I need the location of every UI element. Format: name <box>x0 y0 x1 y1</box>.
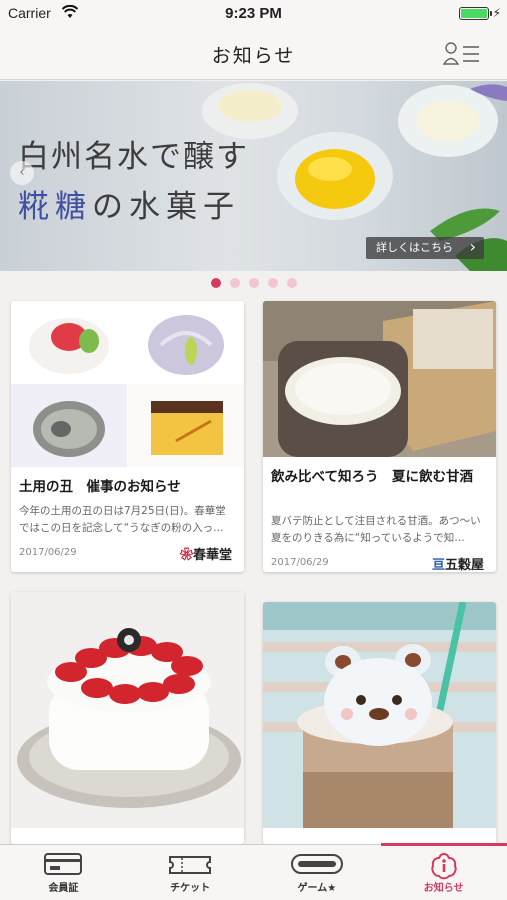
carousel-dot[interactable] <box>286 278 297 288</box>
news-card[interactable] <box>11 592 244 844</box>
tab-label: 会員証 <box>48 883 79 894</box>
carousel-dot[interactable] <box>210 278 221 288</box>
card-description: 今年の土用の丑の日は7月25日(日)。春華堂ではこの日を記念して“うなぎの粉の入… <box>19 505 226 534</box>
game-icon <box>290 854 343 874</box>
carousel-dot[interactable] <box>267 278 278 288</box>
amazake-image <box>263 301 496 457</box>
carousel-page-indicator <box>0 278 507 290</box>
banner-subheadline-rest: の水菓子 <box>92 189 240 225</box>
brand-logo-mark: 亘 <box>431 558 445 572</box>
card-description: 夏バテ防止として注目される甘酒。あつ〜い夏をのりきる為に“知っているようで知… <box>271 515 481 544</box>
bear-latte-image <box>263 602 496 844</box>
tab-label: お知らせ <box>423 883 464 894</box>
banner-accent-text: 糀糖 <box>18 189 92 225</box>
tab-member-card[interactable]: 会員証 <box>0 845 127 900</box>
promo-banner[interactable]: 白州名水で醸す 糀糖の水菓子 ‹ 詳しくはこちら <box>0 81 507 271</box>
status-bar: Carrier 9:23 PM ⚡ <box>0 0 507 28</box>
member-card-icon <box>44 853 83 875</box>
banner-prev-arrow-icon[interactable]: ‹ <box>10 161 34 185</box>
banner-headline: 白州名水で醸す <box>18 139 249 175</box>
tab-bar: 会員証 チケット ゲーム★ お知らせ <box>0 843 507 900</box>
clock: 9:23 PM <box>225 5 282 22</box>
tab-label: チケット <box>170 883 211 894</box>
brand-logo-mark: ❀ <box>179 548 193 563</box>
tab-label: ゲーム★ <box>297 883 337 894</box>
card-title: 飲み比べて知ろう 夏に飲む甘酒 <box>271 469 473 485</box>
banner-more-button[interactable]: 詳しくはこちら <box>366 237 484 259</box>
ticket-icon <box>169 856 212 874</box>
wagashi-image <box>11 301 244 467</box>
battery-fill <box>461 9 487 18</box>
carousel-dot[interactable] <box>248 278 259 288</box>
news-card[interactable]: 飲み比べて知ろう 夏に飲む甘酒 夏バテ防止として注目される甘酒。あつ〜い夏をのり… <box>263 301 496 572</box>
charging-icon: ⚡ <box>492 6 501 20</box>
news-card[interactable] <box>263 602 496 844</box>
brand-logo-text: 五穀屋 <box>444 558 484 572</box>
brand-logo: 亘五穀屋 <box>432 554 484 572</box>
navigation-bar: お知らせ <box>0 28 507 80</box>
tab-game[interactable]: ゲーム★ <box>254 845 381 900</box>
tab-notice[interactable]: お知らせ <box>380 845 507 900</box>
strawberry-cake-image <box>11 592 244 844</box>
banner-subheadline: 糀糖の水菓子 <box>18 181 240 226</box>
card-date: 2017/06/29 <box>271 557 329 568</box>
brand-logo-text: 春華堂 <box>192 548 232 563</box>
page-title: お知らせ <box>211 45 296 67</box>
card-date: 2017/06/29 <box>19 547 77 558</box>
battery-icon <box>459 7 492 20</box>
news-card[interactable]: 土用の丑 催事のお知らせ 今年の土用の丑の日は7月25日(日)。春華堂ではこの日… <box>11 301 244 572</box>
notice-icon <box>431 852 457 880</box>
tab-ticket[interactable]: チケット <box>127 845 254 900</box>
account-menu-icon[interactable] <box>443 41 481 65</box>
brand-logo: ❀春華堂 <box>180 544 232 563</box>
carousel-dot[interactable] <box>229 278 240 288</box>
card-title: 土用の丑 催事のお知らせ <box>19 479 181 495</box>
